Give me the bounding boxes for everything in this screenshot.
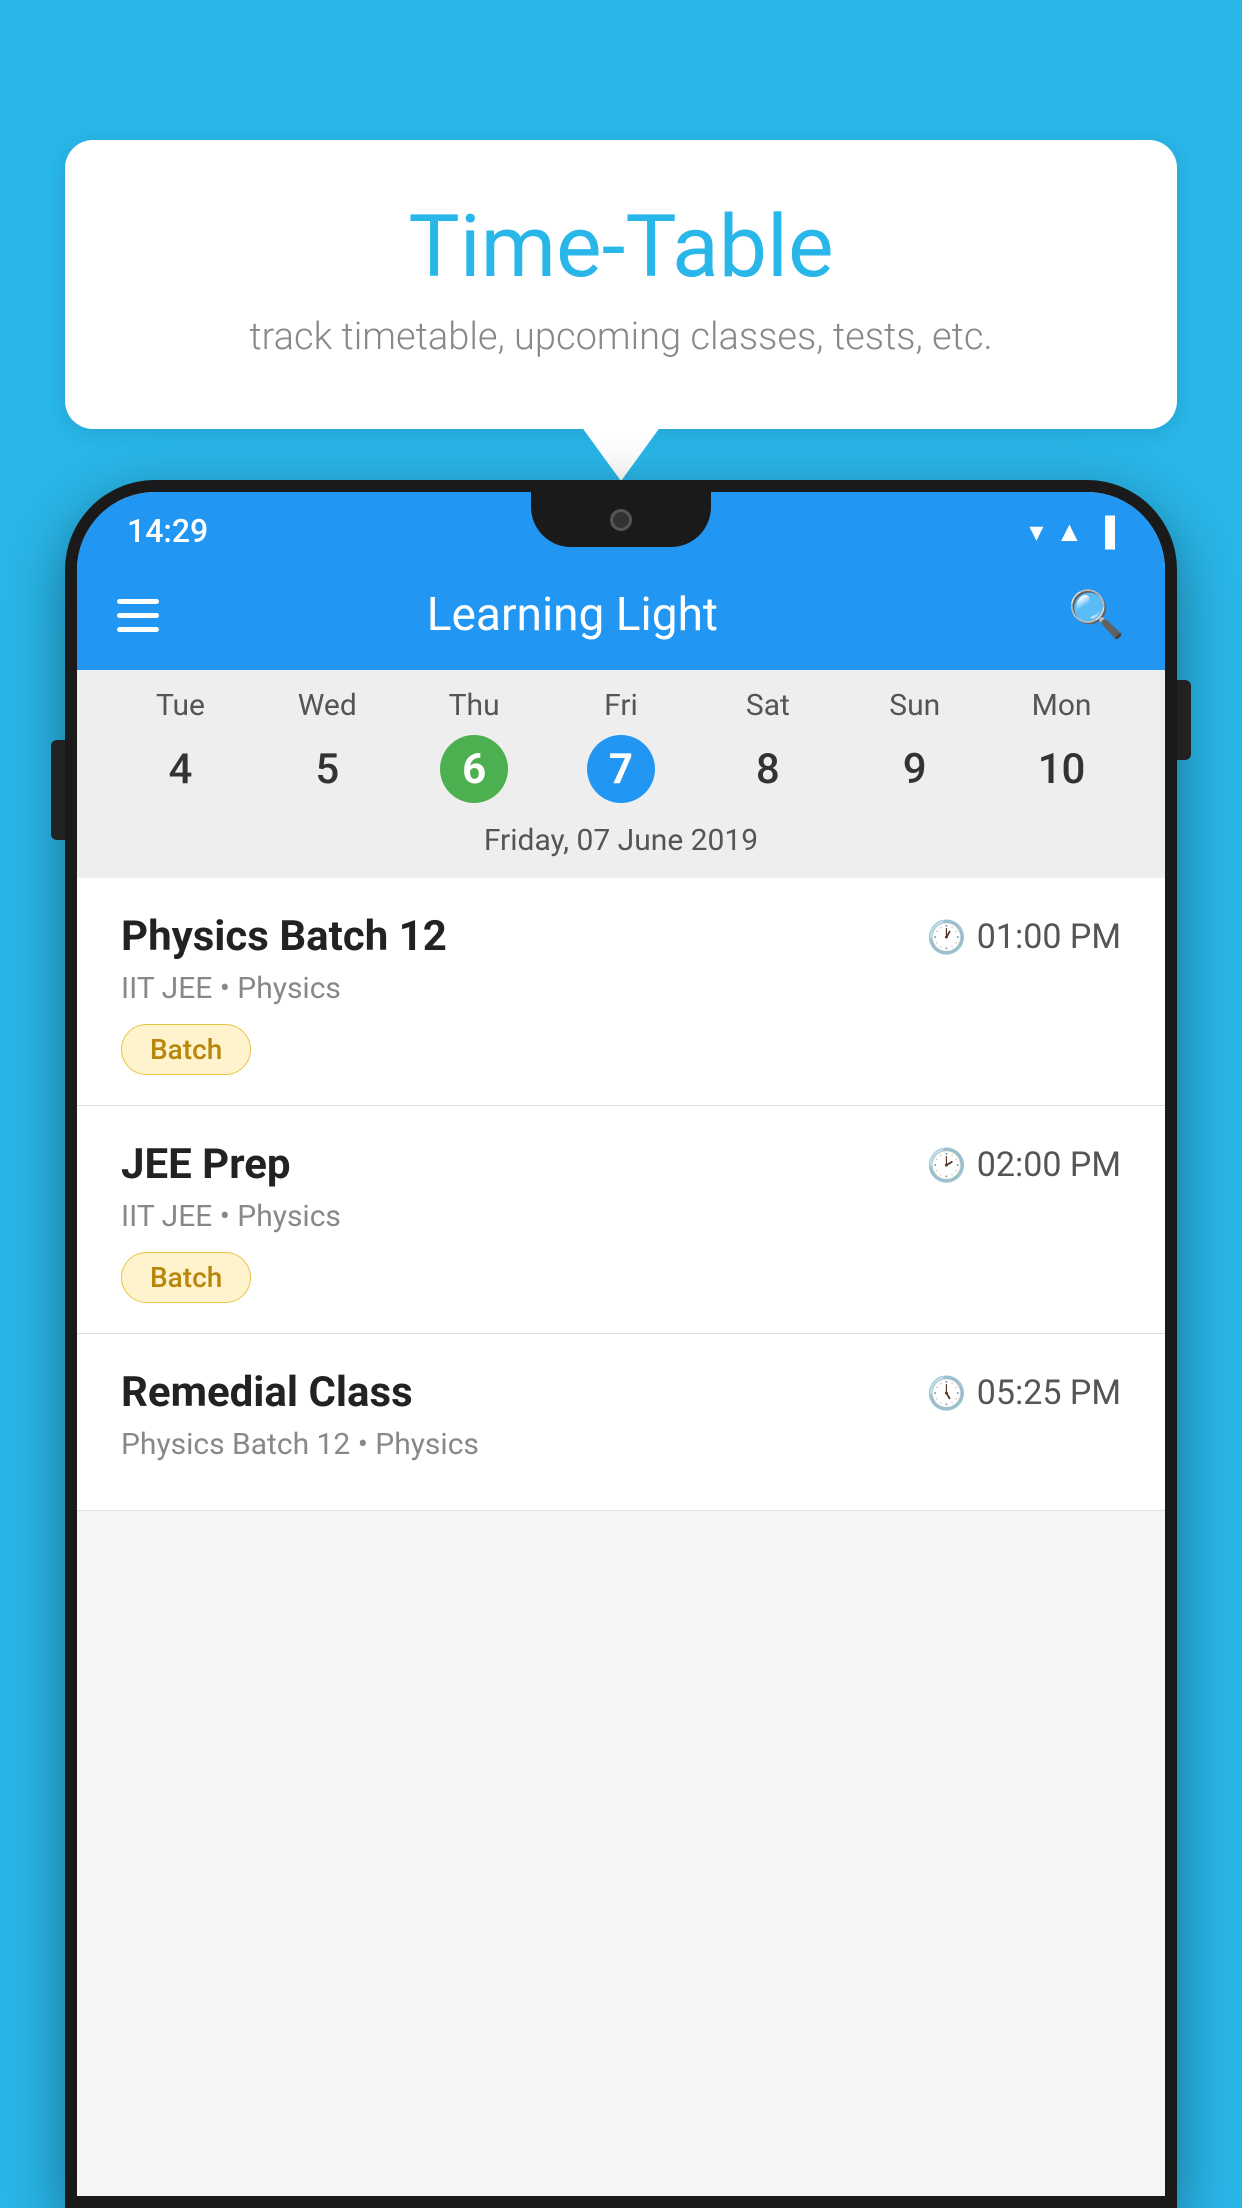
app-bar: Learning Light 🔍: [77, 560, 1165, 670]
day-label-sat: Sat: [694, 688, 841, 723]
schedule-item-3-header: Remedial Class 🕔 05:25 PM: [121, 1368, 1121, 1417]
clock-icon-3: 🕔: [927, 1374, 967, 1412]
day-label-mon: Mon: [988, 688, 1135, 723]
schedule-item-3[interactable]: Remedial Class 🕔 05:25 PM Physics Batch …: [77, 1334, 1165, 1511]
batch-tag-2: Batch: [121, 1252, 251, 1303]
hamburger-menu[interactable]: [117, 599, 159, 632]
speech-bubble: Time-Table track timetable, upcoming cla…: [65, 140, 1177, 429]
schedule-item-2-header: JEE Prep 🕑 02:00 PM: [121, 1140, 1121, 1189]
schedule-item-2-time-text: 02:00 PM: [977, 1145, 1121, 1185]
day-5[interactable]: 5: [293, 735, 361, 803]
day-label-sun: Sun: [841, 688, 988, 723]
day-8[interactable]: 8: [734, 735, 802, 803]
selected-date-label: Friday, 07 June 2019: [107, 817, 1135, 868]
schedule-list: Physics Batch 12 🕐 01:00 PM IIT JEE • Ph…: [77, 878, 1165, 1511]
phone-frame: 14:29 ▾ ▲ ▐ Learning Light 🔍 Tue Wed Thu: [65, 480, 1177, 2208]
day-label-tue: Tue: [107, 688, 254, 723]
status-icons: ▾ ▲ ▐: [1029, 515, 1115, 548]
camera: [610, 509, 632, 531]
schedule-item-3-subtitle: Physics Batch 12 • Physics: [121, 1427, 1121, 1462]
phone-inner: 14:29 ▾ ▲ ▐ Learning Light 🔍 Tue Wed Thu: [77, 492, 1165, 2196]
day-9[interactable]: 9: [881, 735, 949, 803]
schedule-item-1-title: Physics Batch 12: [121, 912, 447, 961]
status-time: 14:29: [127, 512, 208, 550]
schedule-item-3-title: Remedial Class: [121, 1368, 413, 1417]
schedule-item-2[interactable]: JEE Prep 🕑 02:00 PM IIT JEE • Physics Ba…: [77, 1106, 1165, 1334]
signal-icon: ▲: [1055, 515, 1083, 548]
day-numbers: 4 5 6 7 8 9 10: [107, 735, 1135, 803]
day-labels: Tue Wed Thu Fri Sat Sun Mon: [107, 688, 1135, 723]
day-10[interactable]: 10: [1028, 735, 1096, 803]
bubble-title: Time-Table: [145, 200, 1097, 295]
day-6-today[interactable]: 6: [440, 735, 508, 803]
schedule-item-1-time: 🕐 01:00 PM: [927, 917, 1121, 957]
day-4[interactable]: 4: [146, 735, 214, 803]
schedule-item-2-time: 🕑 02:00 PM: [927, 1145, 1121, 1185]
schedule-item-1-header: Physics Batch 12 🕐 01:00 PM: [121, 912, 1121, 961]
schedule-item-1[interactable]: Physics Batch 12 🕐 01:00 PM IIT JEE • Ph…: [77, 878, 1165, 1106]
batch-tag-1: Batch: [121, 1024, 251, 1075]
clock-icon-1: 🕐: [927, 918, 967, 956]
schedule-item-2-title: JEE Prep: [121, 1140, 291, 1189]
search-icon[interactable]: 🔍: [1068, 588, 1125, 642]
schedule-item-3-time-text: 05:25 PM: [977, 1373, 1121, 1413]
day-label-wed: Wed: [254, 688, 401, 723]
speech-bubble-area: Time-Table track timetable, upcoming cla…: [65, 140, 1177, 429]
app-title: Learning Light: [199, 588, 1028, 642]
battery-icon: ▐: [1095, 515, 1115, 548]
calendar-header: Tue Wed Thu Fri Sat Sun Mon 4 5 6 7 8 9 …: [77, 670, 1165, 878]
wifi-icon: ▾: [1029, 515, 1043, 548]
phone-notch: [531, 492, 711, 547]
schedule-item-2-subtitle: IIT JEE • Physics: [121, 1199, 1121, 1234]
schedule-item-1-time-text: 01:00 PM: [977, 917, 1121, 957]
day-label-thu: Thu: [401, 688, 548, 723]
day-label-fri: Fri: [548, 688, 695, 723]
schedule-item-1-subtitle: IIT JEE • Physics: [121, 971, 1121, 1006]
clock-icon-2: 🕑: [927, 1146, 967, 1184]
schedule-item-3-time: 🕔 05:25 PM: [927, 1373, 1121, 1413]
day-7-selected[interactable]: 7: [587, 735, 655, 803]
bubble-subtitle: track timetable, upcoming classes, tests…: [145, 315, 1097, 359]
